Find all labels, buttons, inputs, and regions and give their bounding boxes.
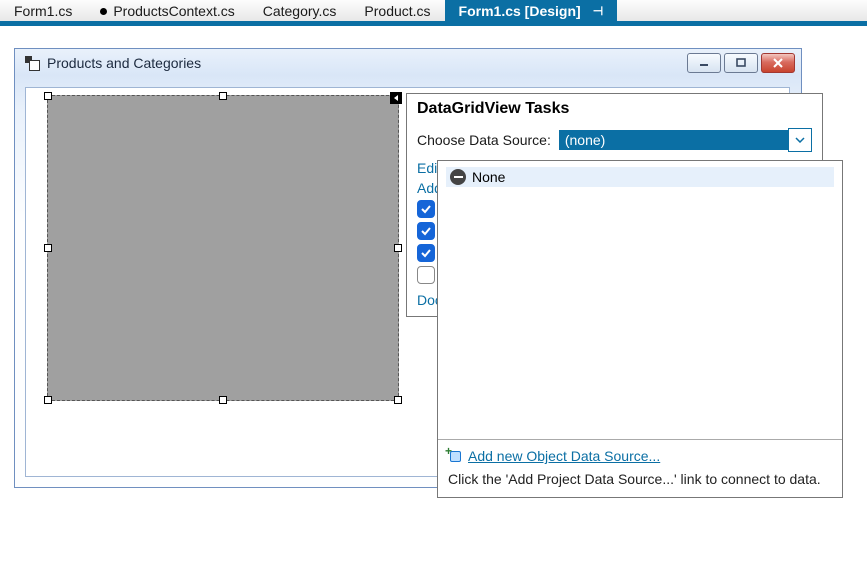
datagridview-control[interactable]: [47, 95, 399, 401]
tab-label: Form1.cs [Design]: [459, 3, 581, 19]
resize-handle[interactable]: [219, 396, 227, 404]
resize-handle[interactable]: [44, 396, 52, 404]
enable-deleting-checkbox[interactable]: [417, 244, 435, 262]
form-titlebar: Products and Categories: [15, 49, 801, 77]
tasks-title: DataGridView Tasks: [417, 100, 812, 118]
resize-handle[interactable]: [394, 244, 402, 252]
datasource-value: (none): [559, 130, 788, 150]
tab-label: Form1.cs: [14, 3, 72, 19]
add-datasource-icon: +: [448, 449, 462, 463]
enable-reordering-checkbox[interactable]: [417, 266, 435, 284]
datasource-item-label: None: [472, 169, 505, 185]
pin-icon[interactable]: ⊣: [593, 4, 603, 18]
dock-link[interactable]: Dock in Parent Container: [417, 292, 439, 308]
datasource-footer: + Add new Object Data Source... Click th…: [438, 439, 842, 497]
tab-category-cs[interactable]: Category.cs: [249, 0, 351, 23]
tab-label: Product.cs: [364, 3, 430, 19]
unsaved-indicator-icon: [100, 8, 107, 15]
datasource-hint: Click the 'Add Project Data Source...' l…: [448, 470, 832, 489]
tab-label: ProductsContext.cs: [113, 3, 234, 19]
chevron-down-icon[interactable]: [788, 128, 812, 152]
close-button[interactable]: [761, 53, 795, 73]
edit-columns-link[interactable]: Edit Columns...: [417, 160, 439, 176]
add-object-datasource-link[interactable]: Add new Object Data Source...: [468, 448, 660, 464]
datasource-list[interactable]: None: [438, 161, 842, 439]
datasource-dropdown-popup: None + Add new Object Data Source... Cli…: [437, 160, 843, 498]
form-icon: [25, 56, 39, 70]
add-column-link[interactable]: Add Column...: [417, 180, 439, 196]
tab-form1-cs[interactable]: Form1.cs: [0, 0, 86, 23]
resize-handle[interactable]: [44, 92, 52, 100]
choose-datasource-label: Choose Data Source:: [417, 132, 551, 148]
tab-productscontext-cs[interactable]: ProductsContext.cs: [86, 0, 248, 23]
datasource-combobox[interactable]: (none): [559, 128, 812, 152]
maximize-button[interactable]: [724, 53, 758, 73]
minimize-button[interactable]: [687, 53, 721, 73]
none-icon: [450, 169, 466, 185]
tab-product-cs[interactable]: Product.cs: [350, 0, 444, 23]
enable-adding-checkbox[interactable]: [417, 200, 435, 218]
resize-handle[interactable]: [219, 92, 227, 100]
datasource-item-none[interactable]: None: [446, 167, 834, 187]
document-tabstrip: Form1.cs ProductsContext.cs Category.cs …: [0, 0, 867, 26]
smart-tag-icon[interactable]: [390, 92, 402, 104]
enable-editing-checkbox[interactable]: [417, 222, 435, 240]
resize-handle[interactable]: [44, 244, 52, 252]
tab-label: Category.cs: [263, 3, 337, 19]
tab-form1-design[interactable]: Form1.cs [Design] ⊣: [445, 0, 618, 23]
resize-handle[interactable]: [394, 396, 402, 404]
form-title: Products and Categories: [47, 55, 201, 71]
